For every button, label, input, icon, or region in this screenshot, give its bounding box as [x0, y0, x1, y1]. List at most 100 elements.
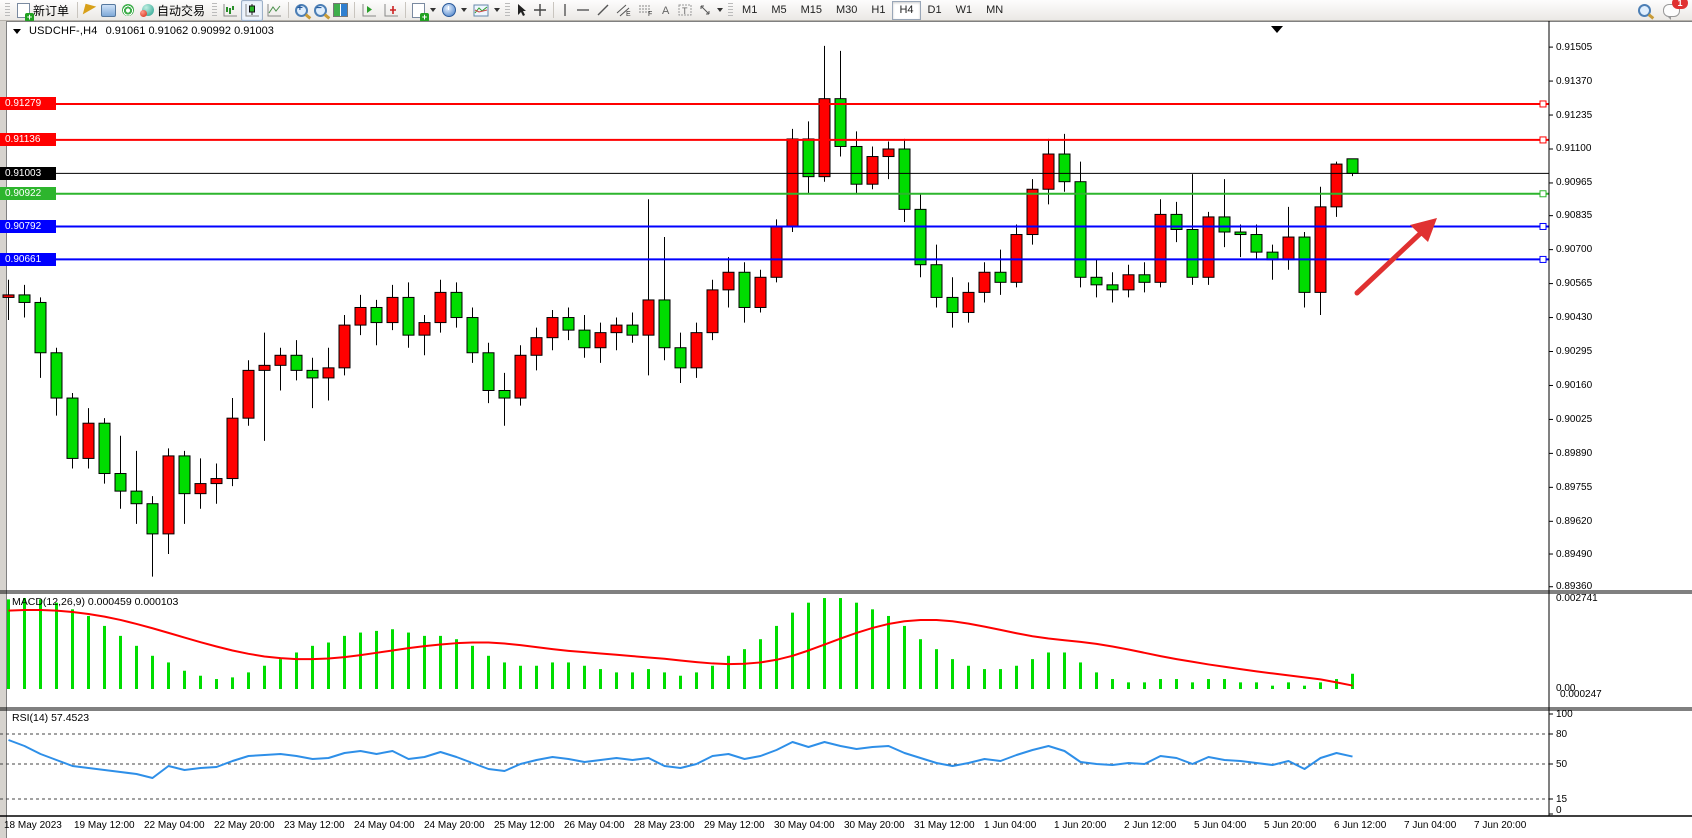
signal-button[interactable] [119, 0, 137, 21]
new-order-button[interactable]: 新订单 [12, 0, 74, 21]
svg-text:T: T [682, 6, 688, 16]
price-tick-label: 0.90700 [1556, 243, 1592, 256]
time-tick-label: 26 May 04:00 [564, 819, 625, 832]
market-watch-button[interactable] [98, 0, 119, 21]
chart-symbol-period: USDCHF-,H4 [29, 25, 98, 37]
current-price-tag: 0.91003 [0, 167, 56, 180]
auto-trading-label: 自动交易 [157, 2, 205, 19]
time-tick-label: 6 Jun 12:00 [1334, 819, 1386, 832]
time-tick-label: 24 May 04:00 [354, 819, 415, 832]
auto-scroll-icon [361, 3, 377, 17]
time-tick-label: 24 May 20:00 [424, 819, 485, 832]
time-tick-label: 7 Jun 20:00 [1474, 819, 1526, 832]
vline-tool-button[interactable] [557, 0, 573, 21]
search-button[interactable] [1635, 0, 1654, 21]
time-tick-label: 28 May 23:00 [634, 819, 695, 832]
bar-chart-icon [222, 3, 238, 17]
price-tick-label: 0.90835 [1556, 209, 1592, 222]
time-tick-label: 1 Jun 04:00 [984, 819, 1036, 832]
chart-shift-button[interactable] [380, 0, 402, 21]
price-level-tag: 0.91279 [0, 97, 56, 110]
templates-button[interactable] [470, 0, 503, 21]
time-tick-label: 22 May 04:00 [144, 819, 205, 832]
tab-timeframe-d1[interactable]: D1 [921, 1, 949, 20]
price-tick-label: 0.90025 [1556, 413, 1592, 426]
text-tool-button[interactable]: A [657, 0, 675, 21]
text-label-icon: T [678, 3, 692, 17]
chart-shift-icon [383, 3, 399, 17]
text-icon: A [660, 3, 672, 17]
tile-windows-button[interactable] [330, 0, 351, 21]
market-watch-icon [101, 4, 116, 17]
tab-timeframe-m15[interactable]: M15 [794, 1, 829, 20]
tab-timeframe-m30[interactable]: M30 [829, 1, 864, 20]
candlestick-mode-button[interactable] [241, 0, 263, 21]
time-tick-label: 29 May 12:00 [704, 819, 765, 832]
time-tick-label: 5 Jun 20:00 [1264, 819, 1316, 832]
hline-tool-button[interactable] [573, 0, 593, 21]
periods-clock-icon [442, 3, 456, 17]
rsi-tick-label: 50 [1556, 758, 1567, 771]
tab-timeframe-m1[interactable]: M1 [735, 1, 764, 20]
signal-icon [122, 4, 134, 16]
rsi-tick-label: 0 [1556, 804, 1562, 817]
periods-button[interactable] [439, 0, 470, 21]
gold-pointer-button[interactable] [81, 0, 98, 21]
time-tick-label: 1 Jun 20:00 [1054, 819, 1106, 832]
zoom-in-button[interactable]: + [292, 0, 311, 21]
tab-timeframe-h1[interactable]: H1 [864, 1, 892, 20]
chart-title: USDCHF-,H4 0.91061 0.91062 0.90992 0.910… [13, 25, 274, 37]
zoom-out-button[interactable]: − [311, 0, 330, 21]
arrows-tool-button[interactable] [695, 0, 726, 21]
toolbar-grip[interactable] [5, 3, 10, 17]
periods-caret-icon [461, 8, 467, 12]
zoom-in-icon: + [295, 4, 308, 17]
price-tick-label: 0.90965 [1556, 176, 1592, 189]
time-tick-label: 5 Jun 04:00 [1194, 819, 1246, 832]
line-chart-mode-button[interactable] [263, 0, 285, 21]
time-tick-label: 30 May 20:00 [844, 819, 905, 832]
price-tick-label: 0.89490 [1556, 548, 1592, 561]
chart-ohlc-values: 0.91061 0.91062 0.90992 0.91003 [106, 25, 274, 37]
chart-window[interactable] [6, 21, 1692, 838]
auto-trading-button[interactable]: 自动交易 [137, 0, 210, 21]
time-tick-label: 25 May 12:00 [494, 819, 555, 832]
price-tick-label: 0.90160 [1556, 379, 1592, 392]
price-tick-label: 0.90295 [1556, 345, 1592, 358]
crosshair-icon [533, 3, 547, 17]
tab-timeframe-w1[interactable]: W1 [949, 1, 980, 20]
price-level-tag: 0.90661 [0, 253, 56, 266]
chart-menu-caret-icon[interactable] [13, 29, 21, 34]
indicators-button[interactable] [409, 0, 439, 21]
equidistant-channel-icon: E [616, 3, 632, 17]
cursor-tool-button[interactable] [512, 0, 530, 21]
indicators-caret-icon [430, 8, 436, 12]
channel-tool-button[interactable]: E [613, 0, 635, 21]
mt4-terminal-window: 新订单 自动交易 + − [0, 0, 1692, 838]
time-tick-label: 18 May 2023 [4, 819, 62, 832]
svg-text:F: F [648, 11, 652, 17]
auto-scroll-button[interactable] [358, 0, 380, 21]
bar-chart-mode-button[interactable] [219, 0, 241, 21]
rsi-tick-label: 100 [1556, 708, 1573, 721]
tab-timeframe-mn[interactable]: MN [979, 1, 1010, 20]
tab-timeframe-h4[interactable]: H4 [892, 1, 920, 20]
horizontal-line-icon [576, 3, 590, 17]
templates-icon [473, 4, 489, 17]
price-tick-label: 0.91235 [1556, 109, 1592, 122]
fibonacci-icon: F [638, 3, 654, 17]
rsi-tick-label: 80 [1556, 728, 1567, 741]
notifications-button[interactable]: 1 [1660, 0, 1683, 21]
main-toolbar: 新订单 自动交易 + − [0, 0, 1692, 21]
trendline-tool-button[interactable] [593, 0, 613, 21]
fibonacci-tool-button[interactable]: F [635, 0, 657, 21]
price-level-tag: 0.90922 [0, 187, 56, 200]
price-level-tag: 0.90792 [0, 220, 56, 233]
price-tick-label: 0.91100 [1556, 142, 1591, 155]
search-icon [1638, 4, 1651, 17]
time-tick-label: 19 May 12:00 [74, 819, 135, 832]
crosshair-tool-button[interactable] [530, 0, 550, 21]
text-label-tool-button[interactable]: T [675, 0, 695, 21]
tab-timeframe-m5[interactable]: M5 [764, 1, 793, 20]
vertical-line-icon [560, 3, 570, 17]
